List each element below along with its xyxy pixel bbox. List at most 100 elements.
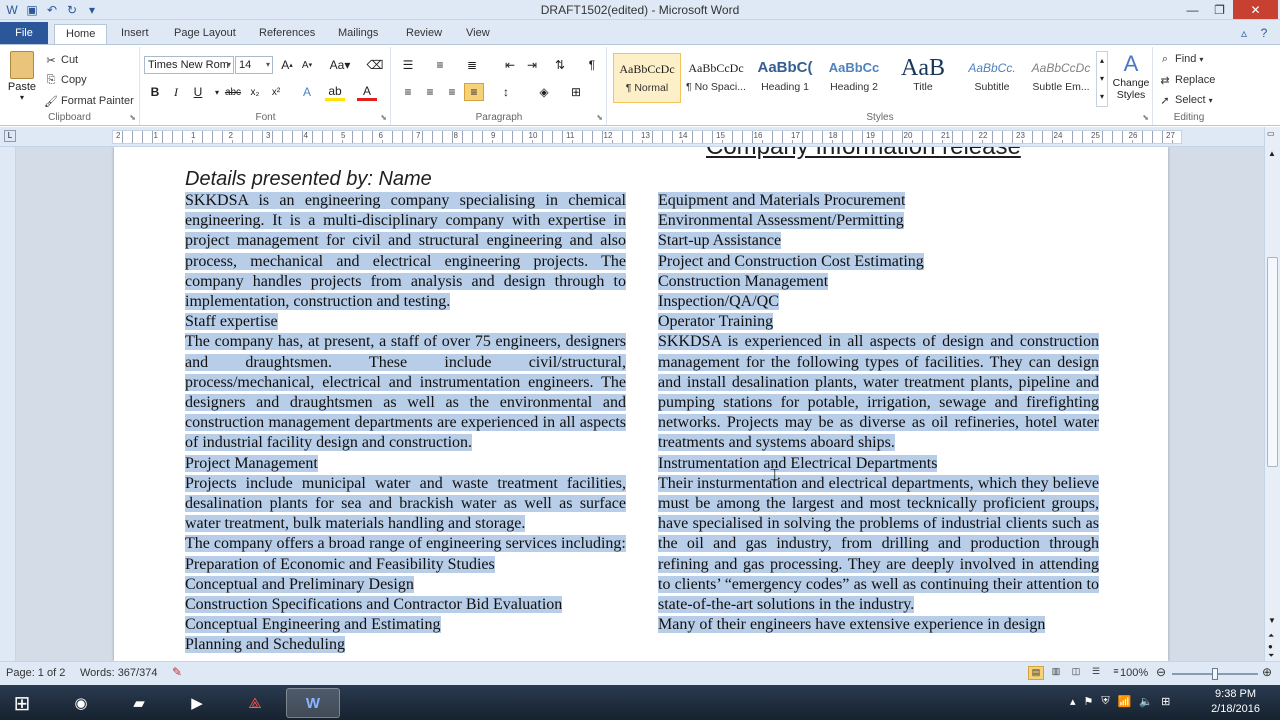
section-heading[interactable]: Staff expertise bbox=[185, 312, 626, 332]
paragraph[interactable]: Construction Management bbox=[658, 272, 1099, 292]
byline[interactable]: Details presented by: Name bbox=[185, 168, 432, 191]
clear-formatting-icon[interactable]: ⌫ bbox=[365, 56, 385, 74]
paragraph[interactable]: Conceptual Engineering and Estimating bbox=[185, 615, 626, 635]
borders-icon[interactable]: ⊞ bbox=[566, 83, 586, 101]
paragraph[interactable]: Start-up Assistance bbox=[658, 231, 1099, 251]
zoom-slider[interactable] bbox=[1172, 668, 1258, 680]
copy-button[interactable]: ⎘ Copy bbox=[44, 73, 87, 87]
page-count[interactable]: Page: 1 of 2 bbox=[6, 667, 65, 679]
restore-button[interactable]: ❐ bbox=[1206, 0, 1233, 19]
text-column-left[interactable]: SKKDSA is an engineering company special… bbox=[185, 191, 626, 656]
font-size-select[interactable]: 14 ▾ bbox=[235, 56, 273, 74]
shrink-font-button[interactable]: A ▾ bbox=[297, 56, 317, 74]
language-icon[interactable]: ⊞ bbox=[1161, 695, 1170, 708]
shading-icon[interactable]: ◈ bbox=[534, 83, 554, 101]
font-color-button[interactable]: A bbox=[357, 83, 377, 101]
multilevel-list-icon[interactable]: ≣ bbox=[462, 56, 482, 74]
align-right-icon[interactable]: ≡ bbox=[442, 83, 462, 101]
zoom-level[interactable]: 100% bbox=[1120, 667, 1148, 679]
acrobat-icon[interactable]: ⟁ bbox=[228, 688, 282, 718]
text-column-right[interactable]: Equipment and Materials Procurement Envir… bbox=[658, 191, 1099, 635]
zoom-out-icon[interactable]: ⊖ bbox=[1156, 665, 1166, 679]
file-explorer-icon[interactable]: ▰ bbox=[112, 688, 166, 718]
tab-insert[interactable]: Insert bbox=[110, 24, 160, 45]
select-button[interactable]: ➚ Select ▾ bbox=[1158, 93, 1212, 107]
dialog-launcher-icon[interactable]: ⬊ bbox=[380, 113, 387, 122]
paragraph[interactable]: Projects include municipal water and was… bbox=[185, 474, 626, 535]
network-icon[interactable]: 📶 bbox=[1118, 695, 1132, 708]
scroll-down-icon[interactable]: ▼ bbox=[1268, 616, 1276, 625]
style-no-spacing[interactable]: AaBbCcDc ¶ No Spaci... bbox=[682, 53, 750, 103]
styles-scroll[interactable]: ▴ ▾ ▾ bbox=[1096, 51, 1108, 107]
cut-button[interactable]: ✂ Cut bbox=[44, 53, 78, 67]
paste-button[interactable]: Paste ▾ bbox=[6, 51, 38, 102]
style-heading-1[interactable]: AaBbC( Heading 1 bbox=[751, 53, 819, 103]
web-layout-icon[interactable]: ◫ bbox=[1068, 666, 1084, 680]
ruler-toggle-icon[interactable]: ▭ bbox=[1267, 129, 1275, 138]
paragraph[interactable]: SKKDSA is an engineering company special… bbox=[185, 191, 626, 312]
ruler-bar[interactable]: 2 1 1 2 3 4 5 6 7 8 9 10 11 12 13 14 15 16 17 18 19 20 21 22 23 2… bbox=[112, 130, 1182, 144]
minimize-button[interactable]: — bbox=[1179, 0, 1206, 19]
system-clock[interactable]: 9:38 PM 2/18/2016 bbox=[1211, 687, 1260, 717]
full-screen-reading-icon[interactable]: ▥ bbox=[1048, 666, 1064, 680]
justify-icon[interactable]: ≡ bbox=[464, 83, 484, 101]
outline-icon[interactable]: ☰ bbox=[1088, 666, 1104, 680]
style-subtle-emphasis[interactable]: AaBbCcDc Subtle Em... bbox=[1027, 53, 1095, 103]
scrollbar-thumb[interactable] bbox=[1267, 257, 1278, 467]
align-left-icon[interactable]: ≡ bbox=[398, 83, 418, 101]
action-center-icon[interactable]: ⚑ bbox=[1084, 695, 1094, 708]
italic-button[interactable]: I bbox=[166, 83, 186, 101]
close-button[interactable]: ✕ bbox=[1233, 0, 1278, 19]
zoom-slider-thumb[interactable] bbox=[1212, 668, 1218, 680]
align-center-icon[interactable]: ≡ bbox=[420, 83, 440, 101]
show-hidden-icons-icon[interactable]: ▴ bbox=[1070, 695, 1076, 708]
bold-button[interactable]: B bbox=[145, 83, 165, 101]
tab-home[interactable]: Home bbox=[54, 24, 108, 46]
volume-icon[interactable]: 🔈 bbox=[1139, 695, 1153, 708]
paragraph[interactable]: Planning and Scheduling bbox=[185, 635, 626, 655]
change-case-button[interactable]: Aa▾ bbox=[327, 56, 353, 74]
section-heading[interactable]: Instrumentation and Electrical Departmen… bbox=[658, 454, 1099, 474]
previous-page-icon[interactable]: ⏶ bbox=[1268, 631, 1274, 641]
text-effects-button[interactable]: A bbox=[297, 83, 317, 101]
tab-references[interactable]: References bbox=[248, 24, 326, 45]
paragraph[interactable]: SKKDSA is experienced in all aspects of … bbox=[658, 332, 1099, 453]
dialog-launcher-icon[interactable]: ⬊ bbox=[129, 113, 136, 122]
grow-font-button[interactable]: A ▴ bbox=[277, 56, 297, 74]
tab-selector-icon[interactable]: L bbox=[4, 130, 16, 142]
increase-indent-icon[interactable]: ⇥ bbox=[522, 56, 542, 74]
paragraph[interactable]: Preparation of Economic and Feasibility … bbox=[185, 555, 626, 575]
scroll-up-icon[interactable]: ▲ bbox=[1268, 149, 1276, 158]
strikethrough-button[interactable]: abc bbox=[223, 83, 243, 101]
paragraph[interactable]: Many of their engineers have extensive e… bbox=[658, 615, 1099, 635]
replace-button[interactable]: ⇄ Replace bbox=[1158, 73, 1215, 87]
start-button-icon[interactable]: ⊞ bbox=[2, 688, 42, 718]
style-normal[interactable]: AaBbCcDc ¶ Normal bbox=[613, 53, 681, 103]
vertical-scrollbar[interactable]: ▭ ▲ ▼ ⏶ ● ⏷ bbox=[1264, 127, 1280, 661]
style-title[interactable]: AaB Title bbox=[889, 53, 957, 103]
paragraph[interactable]: Environmental Assessment/Permitting bbox=[658, 211, 1099, 231]
paragraph[interactable]: Equipment and Materials Procurement bbox=[658, 191, 1099, 211]
word-count[interactable]: Words: 367/374 bbox=[80, 667, 157, 679]
superscript-button[interactable]: x² bbox=[266, 83, 286, 101]
vertical-ruler[interactable] bbox=[0, 147, 16, 661]
paragraph[interactable]: Conceptual and Preliminary Design bbox=[185, 575, 626, 595]
security-icon[interactable]: ⛨ bbox=[1101, 695, 1109, 708]
paragraph[interactable]: Inspection/QA/QC bbox=[658, 292, 1099, 312]
paragraph[interactable]: Project and Construction Cost Estimating bbox=[658, 252, 1099, 272]
numbering-icon[interactable]: ≡ bbox=[430, 56, 450, 74]
word-taskbar-icon[interactable]: W bbox=[286, 688, 340, 718]
paragraph[interactable]: Their insturmentation and electrical dep… bbox=[658, 474, 1099, 615]
find-button[interactable]: ⌕ Find ▾ bbox=[1158, 52, 1204, 66]
show-marks-icon[interactable]: ¶ bbox=[582, 56, 602, 74]
change-styles-button[interactable]: A Change Styles bbox=[1111, 51, 1151, 101]
paragraph[interactable]: Construction Specifications and Contract… bbox=[185, 595, 626, 615]
chrome-icon[interactable]: ◉ bbox=[54, 688, 108, 718]
document-heading[interactable]: Company Information release bbox=[706, 147, 1021, 161]
print-layout-icon[interactable]: ▤ bbox=[1028, 666, 1044, 680]
section-heading[interactable]: Project Management bbox=[185, 454, 626, 474]
horizontal-ruler[interactable]: L 2 1 1 2 3 4 5 6 7 8 9 10 11 12 13 14 15 16 17 18 19 20 21 22 2… bbox=[0, 127, 1280, 147]
next-page-icon[interactable]: ⏷ bbox=[1268, 651, 1274, 661]
tab-mailings[interactable]: Mailings bbox=[327, 24, 389, 45]
bullets-icon[interactable]: ☰ bbox=[398, 56, 418, 74]
